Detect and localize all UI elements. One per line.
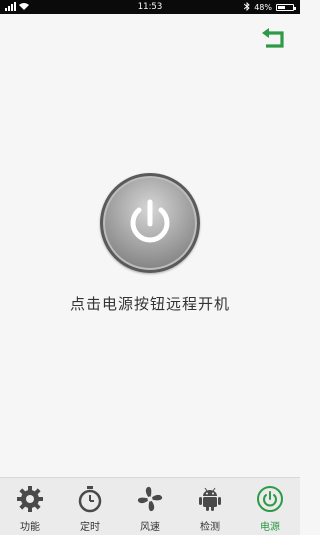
nav-label-timer: 定时 (80, 522, 100, 533)
bluetooth-icon (243, 1, 250, 13)
power-icon (255, 484, 285, 514)
power-icon (130, 199, 170, 243)
nav-item-fan[interactable]: 风速 (120, 478, 180, 535)
nav-item-function[interactable]: 功能 (0, 478, 60, 535)
battery-icon (276, 4, 296, 11)
bottom-nav: 功能 定时 风速 检测 电源 (0, 477, 300, 535)
nav-item-timer[interactable]: 定时 (60, 478, 120, 535)
stopwatch-icon (75, 484, 105, 514)
nav-label-fan: 风速 (140, 522, 160, 533)
power-hint: 点击电源按钮远程开机 (69, 295, 230, 313)
back-button[interactable] (260, 26, 286, 48)
status-bar: 11:53 48% (0, 0, 300, 14)
nav-item-power[interactable]: 电源 (240, 478, 300, 535)
nav-label-power: 电源 (260, 522, 280, 533)
nav-item-detect[interactable]: 检测 (180, 478, 240, 535)
fan-icon (135, 484, 165, 514)
power-button[interactable] (100, 173, 200, 273)
nav-label-function: 功能 (20, 522, 40, 533)
android-icon (195, 484, 225, 514)
gear-icon (15, 484, 45, 514)
battery-percent: 48% (254, 3, 272, 12)
return-icon (262, 28, 284, 48)
nav-label-detect: 检测 (200, 522, 220, 533)
